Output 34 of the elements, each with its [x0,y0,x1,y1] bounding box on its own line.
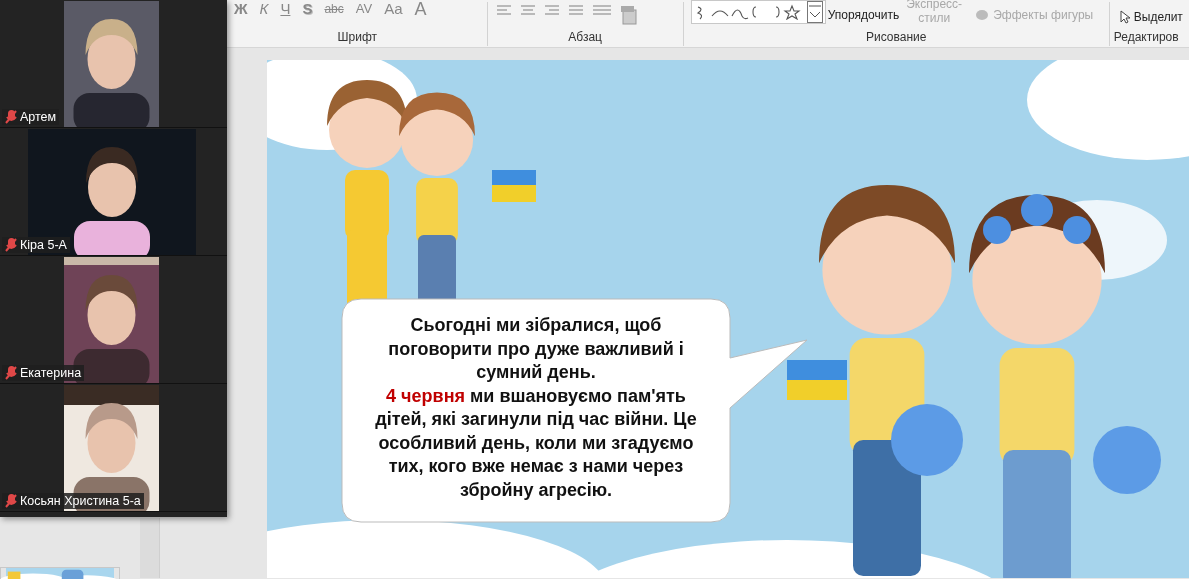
align-icon[interactable] [543,4,560,16]
more-icon[interactable] [806,1,823,23]
group-label: Шрифт [336,30,379,44]
font-format-button[interactable]: S [296,0,319,18]
scrollbar[interactable] [140,518,160,578]
shapes-gallery[interactable] [690,0,826,24]
muted-mic-icon [5,110,17,124]
bubble-text: Сьогодні ми зібралися, щоб поговорити про дуже важливий і сумний день. 4 червня ми вшановуємо пам'ять дітей, які загинули під час війни. Це особливий день, коли ми згадуємо тих, кого вже немає з нами через збройну агресію. [374,314,698,502]
font-format-button[interactable]: Ч [274,0,297,18]
arrange-button[interactable]: Упорядочить [827,0,900,30]
participant-name: Косьян Христина 5-а [20,493,141,509]
font-format-button[interactable]: Aa [378,0,409,18]
align-icon[interactable] [567,4,584,16]
font-format-button[interactable]: Ж [228,0,254,18]
group-label: Рисование [865,30,928,44]
cursor-icon [1119,10,1130,24]
font-format-button[interactable]: К [253,0,275,18]
group-label: Редактиров [1113,30,1180,44]
participant-name: Кіра 5-А [20,237,67,253]
effects-icon [975,9,990,21]
muted-mic-icon [5,366,17,380]
align-icon[interactable] [519,4,536,16]
font-format-button[interactable]: abc [318,0,350,18]
muted-mic-icon [5,494,17,508]
participant-name: Екатерина [20,365,82,381]
text-direction-icon[interactable] [619,4,640,26]
font-format-button[interactable]: AV [349,0,379,18]
align-icon[interactable] [495,4,512,16]
columns-icon[interactable] [591,4,612,16]
font-format-button[interactable]: A [408,0,433,18]
muted-mic-icon [5,238,17,252]
select-button[interactable]: Выделит [1119,8,1183,26]
group-label: Абзац [567,30,603,44]
participant-name: Артем [20,109,57,125]
